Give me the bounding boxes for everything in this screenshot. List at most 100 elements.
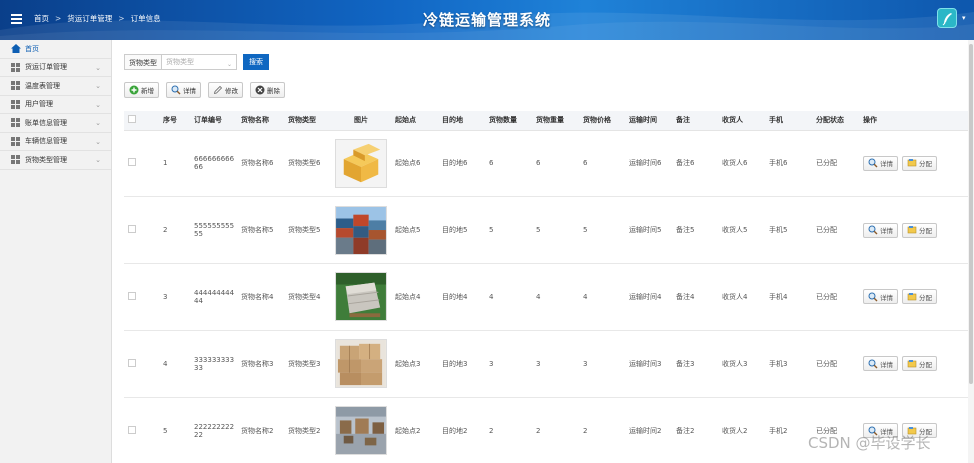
table-row: 2 555555555 55 货物名称5 货物类型5 起始点5 目的地5 5 5 … xyxy=(124,196,969,265)
user-menu-chevron-icon[interactable]: ▾ xyxy=(962,14,966,22)
grid-icon xyxy=(11,62,20,72)
cell-remark: 备注6 xyxy=(672,130,718,198)
cell-no: 1 xyxy=(159,130,190,198)
row-detail-button[interactable]: 详情 xyxy=(863,155,898,171)
grid-icon xyxy=(11,118,20,128)
row-detail-label: 详情 xyxy=(880,227,893,236)
cell-weight: 2 xyxy=(532,397,579,463)
cell-image xyxy=(331,263,391,331)
row-detail-label: 详情 xyxy=(880,360,893,369)
sidebar-item-order-management[interactable]: 货运订单管理 ⌄ xyxy=(0,59,111,77)
sidebar-item-label: 账单信息管理 xyxy=(25,118,67,127)
column-header: 手机 xyxy=(765,111,812,131)
order-table: 序号 订单编号 货物名称 货物类型 图片 起始点 目的地 货物数量 货物重量 货… xyxy=(124,111,969,463)
cargo-type-select[interactable]: 货物类型 ⌄ xyxy=(161,54,237,70)
edit-button[interactable]: 修改 xyxy=(208,82,243,98)
cell-cargo-name: 货物名称5 xyxy=(237,196,284,265)
row-checkbox[interactable] xyxy=(128,158,136,167)
cell-transport-time: 运输时间3 xyxy=(625,330,672,398)
cell-receiver: 收货人4 xyxy=(718,263,765,331)
row-detail-button[interactable]: 详情 xyxy=(863,356,898,372)
cell-start: 起始点4 xyxy=(391,263,438,331)
cell-receiver: 收货人6 xyxy=(718,130,765,198)
row-detail-label: 详情 xyxy=(880,293,893,302)
chevron-down-icon: ⌄ xyxy=(95,63,101,72)
feather-icon xyxy=(942,13,952,26)
cell-phone: 手机3 xyxy=(765,330,812,398)
sidebar-item-vehicles[interactable]: 车辆信息管理 ⌄ xyxy=(0,133,111,151)
add-button[interactable]: 新增 xyxy=(124,82,159,98)
order-number-line2: 33 xyxy=(194,363,203,372)
select-all-checkbox[interactable] xyxy=(128,115,136,124)
row-detail-button[interactable]: 详情 xyxy=(863,289,898,305)
table-row: 1 666666666 66 货物名称6 货物类型6 起始点6 目的地6 6 6 … xyxy=(124,130,969,198)
row-checkbox-cell xyxy=(124,196,159,265)
cell-cargo-type: 货物类型4 xyxy=(284,263,331,331)
row-checkbox[interactable] xyxy=(128,358,136,367)
sidebar-item-cargo-types[interactable]: 货物类型管理 ⌄ xyxy=(0,151,111,170)
assign-icon xyxy=(907,226,917,234)
pencil-icon xyxy=(213,85,223,95)
cell-cargo-name: 货物名称6 xyxy=(237,130,284,198)
cell-phone: 手机2 xyxy=(765,397,812,463)
delete-button[interactable]: 删除 xyxy=(250,82,285,98)
scrollbar-thumb[interactable] xyxy=(969,44,973,384)
cell-image xyxy=(331,397,391,463)
sidebar: 首页 货运订单管理 ⌄ 温度表管理 ⌄ 用户管理 ⌄ 账单信息管理 ⌄ 车辆信息… xyxy=(0,40,112,463)
chevron-down-icon: ⌄ xyxy=(95,119,101,127)
cell-assign-status: 已分配 xyxy=(812,196,859,265)
delete-button-label: 删除 xyxy=(267,87,280,95)
table-header-row: 序号 订单编号 货物名称 货物类型 图片 起始点 目的地 货物数量 货物重量 货… xyxy=(124,111,969,131)
user-avatar[interactable] xyxy=(937,8,957,28)
cargo-image xyxy=(335,406,387,456)
cell-start: 起始点2 xyxy=(391,397,438,463)
cell-actions: 详情 分配 xyxy=(859,196,969,265)
cell-cargo-type: 货物类型6 xyxy=(284,130,331,198)
cell-receiver: 收货人3 xyxy=(718,330,765,398)
row-detail-button[interactable]: 详情 xyxy=(863,222,898,238)
sidebar-item-label: 温度表管理 xyxy=(25,81,60,90)
cell-transport-time: 运输时间2 xyxy=(625,397,672,463)
cell-no: 5 xyxy=(159,397,190,463)
sidebar-item-temperature[interactable]: 温度表管理 ⌄ xyxy=(0,77,111,96)
row-checkbox-cell xyxy=(124,330,159,398)
row-assign-label: 分配 xyxy=(919,293,932,302)
top-header: 首页 > 货运订单管理 > 订单信息 冷链运输管理系统 ▾ xyxy=(0,0,974,40)
cell-destination: 目的地3 xyxy=(438,330,485,398)
cell-destination: 目的地5 xyxy=(438,196,485,265)
row-checkbox-cell xyxy=(124,130,159,198)
search-button[interactable]: 搜索 xyxy=(243,54,269,70)
row-assign-button[interactable]: 分配 xyxy=(902,356,937,372)
vertical-scrollbar[interactable] xyxy=(968,40,974,463)
cell-cargo-name: 货物名称4 xyxy=(237,263,284,331)
cell-image xyxy=(331,196,391,265)
home-icon xyxy=(11,44,21,54)
cell-receiver: 收货人2 xyxy=(718,397,765,463)
sidebar-item-users[interactable]: 用户管理 ⌄ xyxy=(0,96,111,114)
column-header: 货物类型 xyxy=(284,111,331,131)
row-assign-button[interactable]: 分配 xyxy=(902,289,937,305)
order-number-line1: 333333333 xyxy=(194,355,235,364)
cell-cargo-name: 货物名称3 xyxy=(237,330,284,398)
cell-cargo-type: 货物类型5 xyxy=(284,196,331,265)
search-label: 货物类型 xyxy=(124,54,161,70)
toolbar: 新增 详情 修改 删除 xyxy=(124,82,285,98)
row-assign-button[interactable]: 分配 xyxy=(902,222,937,238)
cell-weight: 6 xyxy=(532,130,579,198)
detail-button[interactable]: 详情 xyxy=(166,82,201,98)
cell-receiver: 收货人5 xyxy=(718,196,765,265)
row-checkbox[interactable] xyxy=(128,225,136,234)
cell-destination: 目的地6 xyxy=(438,130,485,198)
sidebar-item-home[interactable]: 首页 xyxy=(0,40,111,59)
row-assign-button[interactable]: 分配 xyxy=(902,155,937,171)
table-row: 4 333333333 33 货物名称3 货物类型3 起始点3 目的地3 3 3 … xyxy=(124,330,969,398)
row-checkbox[interactable] xyxy=(128,291,136,300)
column-header: 订单编号 xyxy=(190,111,237,131)
cell-destination: 目的地2 xyxy=(438,397,485,463)
column-header: 货物价格 xyxy=(579,111,625,131)
row-detail-label: 详情 xyxy=(880,160,893,169)
magnifier-icon xyxy=(171,85,181,95)
row-checkbox[interactable] xyxy=(128,425,136,434)
order-number-line1: 222222222 xyxy=(194,422,235,431)
sidebar-item-bills[interactable]: 账单信息管理 ⌄ xyxy=(0,114,111,133)
